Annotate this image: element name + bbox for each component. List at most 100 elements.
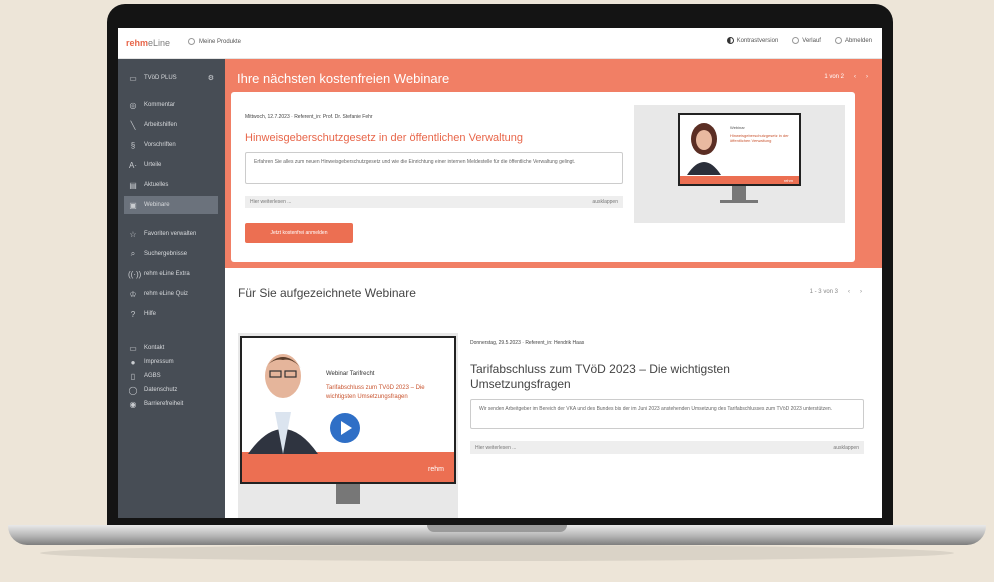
paragraph-icon: § bbox=[130, 140, 136, 150]
recorded-pager-label: 1 - 3 von 3 bbox=[809, 289, 838, 295]
monitor-foot bbox=[720, 200, 758, 203]
upcoming-webinars-title: Ihre nächsten kostenfreien Webinare bbox=[237, 71, 450, 86]
history-icon bbox=[792, 37, 800, 44]
sidebar-item-label: Kommentar bbox=[144, 102, 176, 108]
contact-icon: ▭ bbox=[129, 343, 137, 353]
sidebar-product-selector[interactable]: ▭ TVöD PLUS ⚙ bbox=[124, 69, 218, 87]
webinar-meta: Mittwoch, 12.7.2023 · Referent_in: Prof.… bbox=[245, 114, 373, 120]
monitor-graphic: Webinar Hinweisgeberschutzgesetz in der … bbox=[678, 113, 801, 186]
recorded-webinar-meta: Donnerstag, 29.5.2023 · Referent_in: Hen… bbox=[470, 340, 585, 346]
sidebar-product-label: TVöD PLUS bbox=[144, 75, 177, 81]
next-arrow-icon[interactable]: › bbox=[866, 74, 868, 80]
monitor-accent-strip bbox=[242, 452, 454, 482]
hero-pager: 1 von 2 ‹ › bbox=[824, 74, 868, 80]
recorded-read-more-toggle[interactable]: Hier weiterlesen ... ausklappen bbox=[470, 441, 864, 454]
sidebar-item-label: Vorschriften bbox=[144, 142, 176, 148]
sidebar-item-barrierefreiheit[interactable]: ◉ Barrierefreiheit bbox=[124, 397, 218, 411]
monitor-stand bbox=[336, 484, 360, 504]
doc-icon: ▯ bbox=[130, 371, 136, 381]
sidebar-item-hilfe[interactable]: ? Hilfe bbox=[124, 305, 218, 323]
monitor-accent-strip bbox=[680, 176, 799, 184]
sidebar-item-label: AGBS bbox=[144, 373, 161, 379]
prev-arrow-icon[interactable]: ‹ bbox=[848, 289, 850, 295]
sidebar-item-vorschriften[interactable]: § Vorschriften bbox=[124, 136, 218, 154]
law-icon: A· bbox=[129, 160, 137, 170]
extra-icon: ((·)) bbox=[128, 269, 142, 279]
register-button[interactable]: Jetzt kostenfrei anmelden bbox=[245, 223, 353, 243]
webinar-thumbnail[interactable]: Webinar Hinweisgeberschutzgesetz in der … bbox=[634, 105, 845, 223]
speaker-photo bbox=[687, 123, 721, 175]
sidebar-item-label: Urteile bbox=[144, 162, 162, 168]
app-screen: rehmeLine Meine Produkte Kontrastversion… bbox=[118, 28, 882, 518]
recorded-webinar-thumbnail[interactable]: Webinar Tarifrecht Tarifabschluss zum TV… bbox=[238, 333, 458, 518]
expand-label: ausklappen bbox=[833, 444, 859, 451]
speaker-photo bbox=[248, 354, 318, 454]
thumb-brand: rehm bbox=[428, 466, 444, 473]
search-icon: ⌕ bbox=[130, 249, 136, 258]
book-icon: ◎ bbox=[129, 100, 137, 110]
prev-arrow-icon[interactable]: ‹ bbox=[854, 74, 856, 80]
info-icon: ● bbox=[130, 357, 136, 367]
settings-icon[interactable]: ⚙ bbox=[208, 74, 214, 82]
shield-icon: ◯ bbox=[128, 385, 138, 395]
sidebar-item-label: Suchergebnisse bbox=[144, 251, 188, 257]
help-icon: ? bbox=[130, 309, 136, 319]
top-bar: rehmeLine Meine Produkte Kontrastversion… bbox=[118, 28, 882, 59]
next-arrow-icon[interactable]: › bbox=[860, 289, 862, 295]
laptop-notch bbox=[427, 525, 567, 532]
thumb-title: Hinweisgeberschutzgesetz in der öffentli… bbox=[730, 133, 789, 143]
sidebar-item-suchergebnisse[interactable]: ⌕ Suchergebnisse bbox=[124, 245, 218, 263]
read-more-label: Hier weiterlesen ... bbox=[475, 444, 517, 451]
sidebar-item-label: Datenschutz bbox=[144, 387, 178, 393]
sidebar-item-kommentar[interactable]: ◎ Kommentar bbox=[124, 96, 218, 114]
sidebar-item-label: Arbeitshilfen bbox=[144, 122, 178, 128]
play-icon bbox=[341, 421, 352, 435]
sidebar-item-label: Hilfe bbox=[144, 311, 157, 317]
sidebar-item-label: Barrierefreiheit bbox=[144, 401, 184, 407]
news-icon: ▤ bbox=[129, 180, 137, 190]
sidebar-item-label: Favoriten verwalten bbox=[144, 231, 197, 237]
star-icon: ☆ bbox=[129, 229, 137, 239]
sidebar-item-extra[interactable]: ((·)) rehm eLine Extra bbox=[124, 265, 218, 283]
brand-logo[interactable]: rehmeLine bbox=[126, 38, 170, 48]
play-button[interactable] bbox=[330, 413, 360, 443]
hero-pager-label: 1 von 2 bbox=[824, 74, 844, 80]
tools-icon: ╲ bbox=[130, 120, 136, 130]
sidebar-item-urteile[interactable]: A· Urteile bbox=[124, 156, 218, 174]
sidebar: ▭ TVöD PLUS ⚙ ◎ Kommentar ╲ Arbeitshilfen … bbox=[118, 59, 225, 518]
expand-label: ausklappen bbox=[592, 199, 618, 205]
my-products-label: Meine Produkte bbox=[199, 38, 242, 45]
sidebar-item-arbeitshilfen[interactable]: ╲ Arbeitshilfen bbox=[124, 116, 218, 134]
monitor-graphic: Webinar Tarifrecht Tarifabschluss zum TV… bbox=[240, 336, 456, 484]
sidebar-item-label: Aktuelles bbox=[144, 182, 169, 188]
sidebar-item-label: Webinare bbox=[144, 202, 170, 208]
logout-link[interactable]: Abmelden bbox=[834, 37, 872, 44]
sidebar-item-kontakt[interactable]: ▭ Kontakt bbox=[124, 341, 218, 355]
recorded-webinars-title: Für Sie aufgezeichnete Webinare bbox=[238, 286, 416, 300]
upcoming-webinar-card: Mittwoch, 12.7.2023 · Referent_in: Prof.… bbox=[231, 92, 855, 262]
sidebar-item-label: rehm eLine Extra bbox=[144, 271, 190, 277]
contrast-toggle[interactable]: Kontrastversion bbox=[726, 37, 778, 44]
quiz-icon: ♔ bbox=[129, 289, 137, 299]
sidebar-item-impressum[interactable]: ● Impressum bbox=[124, 355, 218, 369]
sidebar-item-datenschutz[interactable]: ◯ Datenschutz bbox=[124, 383, 218, 397]
sidebar-item-agbs[interactable]: ▯ AGBS bbox=[124, 369, 218, 383]
video-icon: ▣ bbox=[129, 200, 137, 210]
monitor-stand bbox=[732, 186, 746, 200]
access-icon: ◉ bbox=[129, 399, 137, 409]
read-more-toggle[interactable]: Hier weiterlesen ... ausklappen bbox=[245, 196, 623, 208]
webinar-title[interactable]: Hinweisgeberschutzgesetz in der öffentli… bbox=[245, 132, 523, 144]
recorded-webinar-title[interactable]: Tarifabschluss zum TVöD 2023 – Die wicht… bbox=[470, 362, 790, 392]
history-link[interactable]: Verlauf bbox=[792, 37, 821, 44]
folder-icon: ▭ bbox=[129, 73, 137, 83]
thumb-heading: Webinar Tarifrecht bbox=[326, 371, 375, 377]
read-more-label: Hier weiterlesen ... bbox=[250, 199, 292, 205]
sidebar-item-label: Kontakt bbox=[144, 345, 165, 351]
sidebar-item-aktuelles[interactable]: ▤ Aktuelles bbox=[124, 176, 218, 194]
sidebar-item-favoriten[interactable]: ☆ Favoriten verwalten bbox=[124, 225, 218, 243]
sidebar-item-webinare[interactable]: ▣ Webinare bbox=[124, 196, 218, 214]
products-icon bbox=[188, 38, 195, 45]
my-products-link[interactable]: Meine Produkte bbox=[188, 38, 241, 45]
laptop-shadow bbox=[40, 545, 954, 561]
sidebar-item-quiz[interactable]: ♔ rehm eLine Quiz bbox=[124, 285, 218, 303]
